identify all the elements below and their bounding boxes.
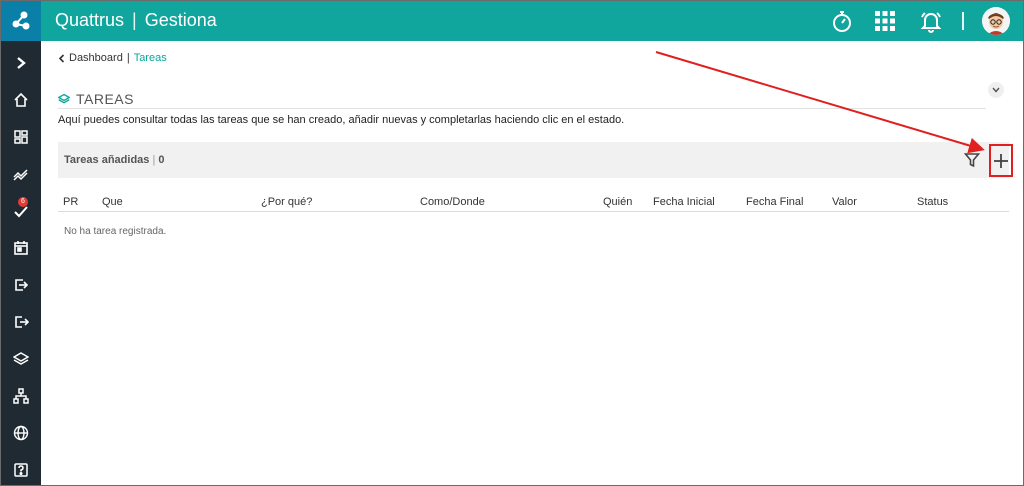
panel-title-separator: |: [152, 154, 156, 166]
sidebar-item-org[interactable]: [1, 378, 41, 414]
home-icon: [14, 92, 28, 107]
breadcrumb-dashboard-link[interactable]: Dashboard: [69, 52, 123, 64]
timer-icon[interactable]: [828, 7, 856, 35]
tasks-badge: 6: [18, 197, 28, 207]
user-avatar[interactable]: [982, 7, 1010, 35]
sidebar-item-globe[interactable]: [1, 415, 41, 451]
collapse-button[interactable]: [988, 82, 1004, 98]
empty-table-message: No ha tarea registrada.: [64, 226, 167, 237]
login-icon: [15, 279, 29, 291]
column-header-por-que[interactable]: ¿Por qué?: [261, 196, 312, 208]
column-header-status[interactable]: Status: [917, 196, 948, 208]
column-header-pr[interactable]: PR: [63, 196, 78, 208]
sidebar-expand-button[interactable]: [1, 45, 41, 81]
tasks-table-header: PR Que ¿Por qué? Como/Donde Quién Fecha …: [58, 194, 1009, 212]
brand-name: Quattrus: [55, 10, 125, 30]
breadcrumb-current[interactable]: Tareas: [134, 52, 167, 64]
sidebar-item-layers[interactable]: [1, 341, 41, 377]
tasks-panel-header: Tareas añadidas | 0: [58, 142, 1013, 178]
trend-icon: [13, 169, 28, 181]
chevron-left-icon: [58, 53, 65, 63]
chevron-right-icon: [17, 57, 26, 69]
sidebar: 6: [1, 41, 41, 485]
breadcrumb-separator: |: [126, 52, 130, 64]
layers-icon: [58, 93, 70, 104]
column-header-que[interactable]: Que: [102, 196, 123, 208]
sidebar-item-home[interactable]: [1, 82, 41, 118]
sidebar-item-trends[interactable]: [1, 156, 41, 192]
column-header-valor[interactable]: Valor: [832, 196, 857, 208]
sidebar-item-calendar[interactable]: [1, 230, 41, 266]
page-title: TAREAS: [76, 90, 134, 107]
sidebar-item-logout[interactable]: [1, 304, 41, 340]
plus-icon: [994, 153, 1008, 168]
panel-title-text: Tareas añadidas: [64, 154, 150, 166]
top-bar: Quattrus | Gestiona: [1, 1, 1023, 41]
panel-title: Tareas añadidas | 0: [64, 154, 165, 166]
brand: Quattrus | Gestiona: [55, 10, 217, 31]
column-header-fecha-final[interactable]: Fecha Final: [746, 196, 803, 208]
org-chart-icon: [13, 388, 29, 404]
breadcrumb: Dashboard | Tareas: [58, 52, 167, 64]
globe-icon: [13, 425, 29, 441]
app-logo[interactable]: [1, 1, 41, 41]
sidebar-item-tasks[interactable]: 6: [1, 193, 41, 229]
calendar-icon: [14, 241, 28, 255]
dashboard-icon: [14, 130, 28, 144]
logo-icon: [12, 11, 30, 30]
logout-icon: [15, 316, 29, 328]
sidebar-item-help[interactable]: [1, 452, 41, 485]
filter-icon: [963, 153, 981, 168]
page-description: Aquí puedes consultar todas las tareas q…: [58, 114, 625, 126]
column-header-quien[interactable]: Quién: [603, 196, 632, 208]
help-icon: [14, 463, 28, 477]
brand-separator: |: [132, 10, 137, 30]
column-header-fecha-inicial[interactable]: Fecha Inicial: [653, 196, 715, 208]
apps-grid-icon[interactable]: [871, 7, 899, 35]
page-title-row: TAREAS: [58, 89, 986, 109]
sidebar-item-login[interactable]: [1, 267, 41, 303]
bell-icon[interactable]: [917, 7, 945, 35]
column-header-como-donde[interactable]: Como/Donde: [420, 196, 485, 208]
annotation-arrow: [655, 51, 985, 154]
layers-icon: [13, 352, 29, 365]
sidebar-item-dashboard[interactable]: [1, 119, 41, 155]
filter-button[interactable]: [963, 152, 981, 168]
add-task-button[interactable]: [989, 144, 1013, 177]
top-divider: [962, 12, 964, 30]
app-window: Quattrus | Gestiona 6 Dashboard | Tareas…: [0, 0, 1024, 486]
chevron-down-icon: [992, 87, 1000, 93]
module-name: Gestiona: [144, 10, 217, 30]
task-count: 0: [158, 154, 165, 166]
